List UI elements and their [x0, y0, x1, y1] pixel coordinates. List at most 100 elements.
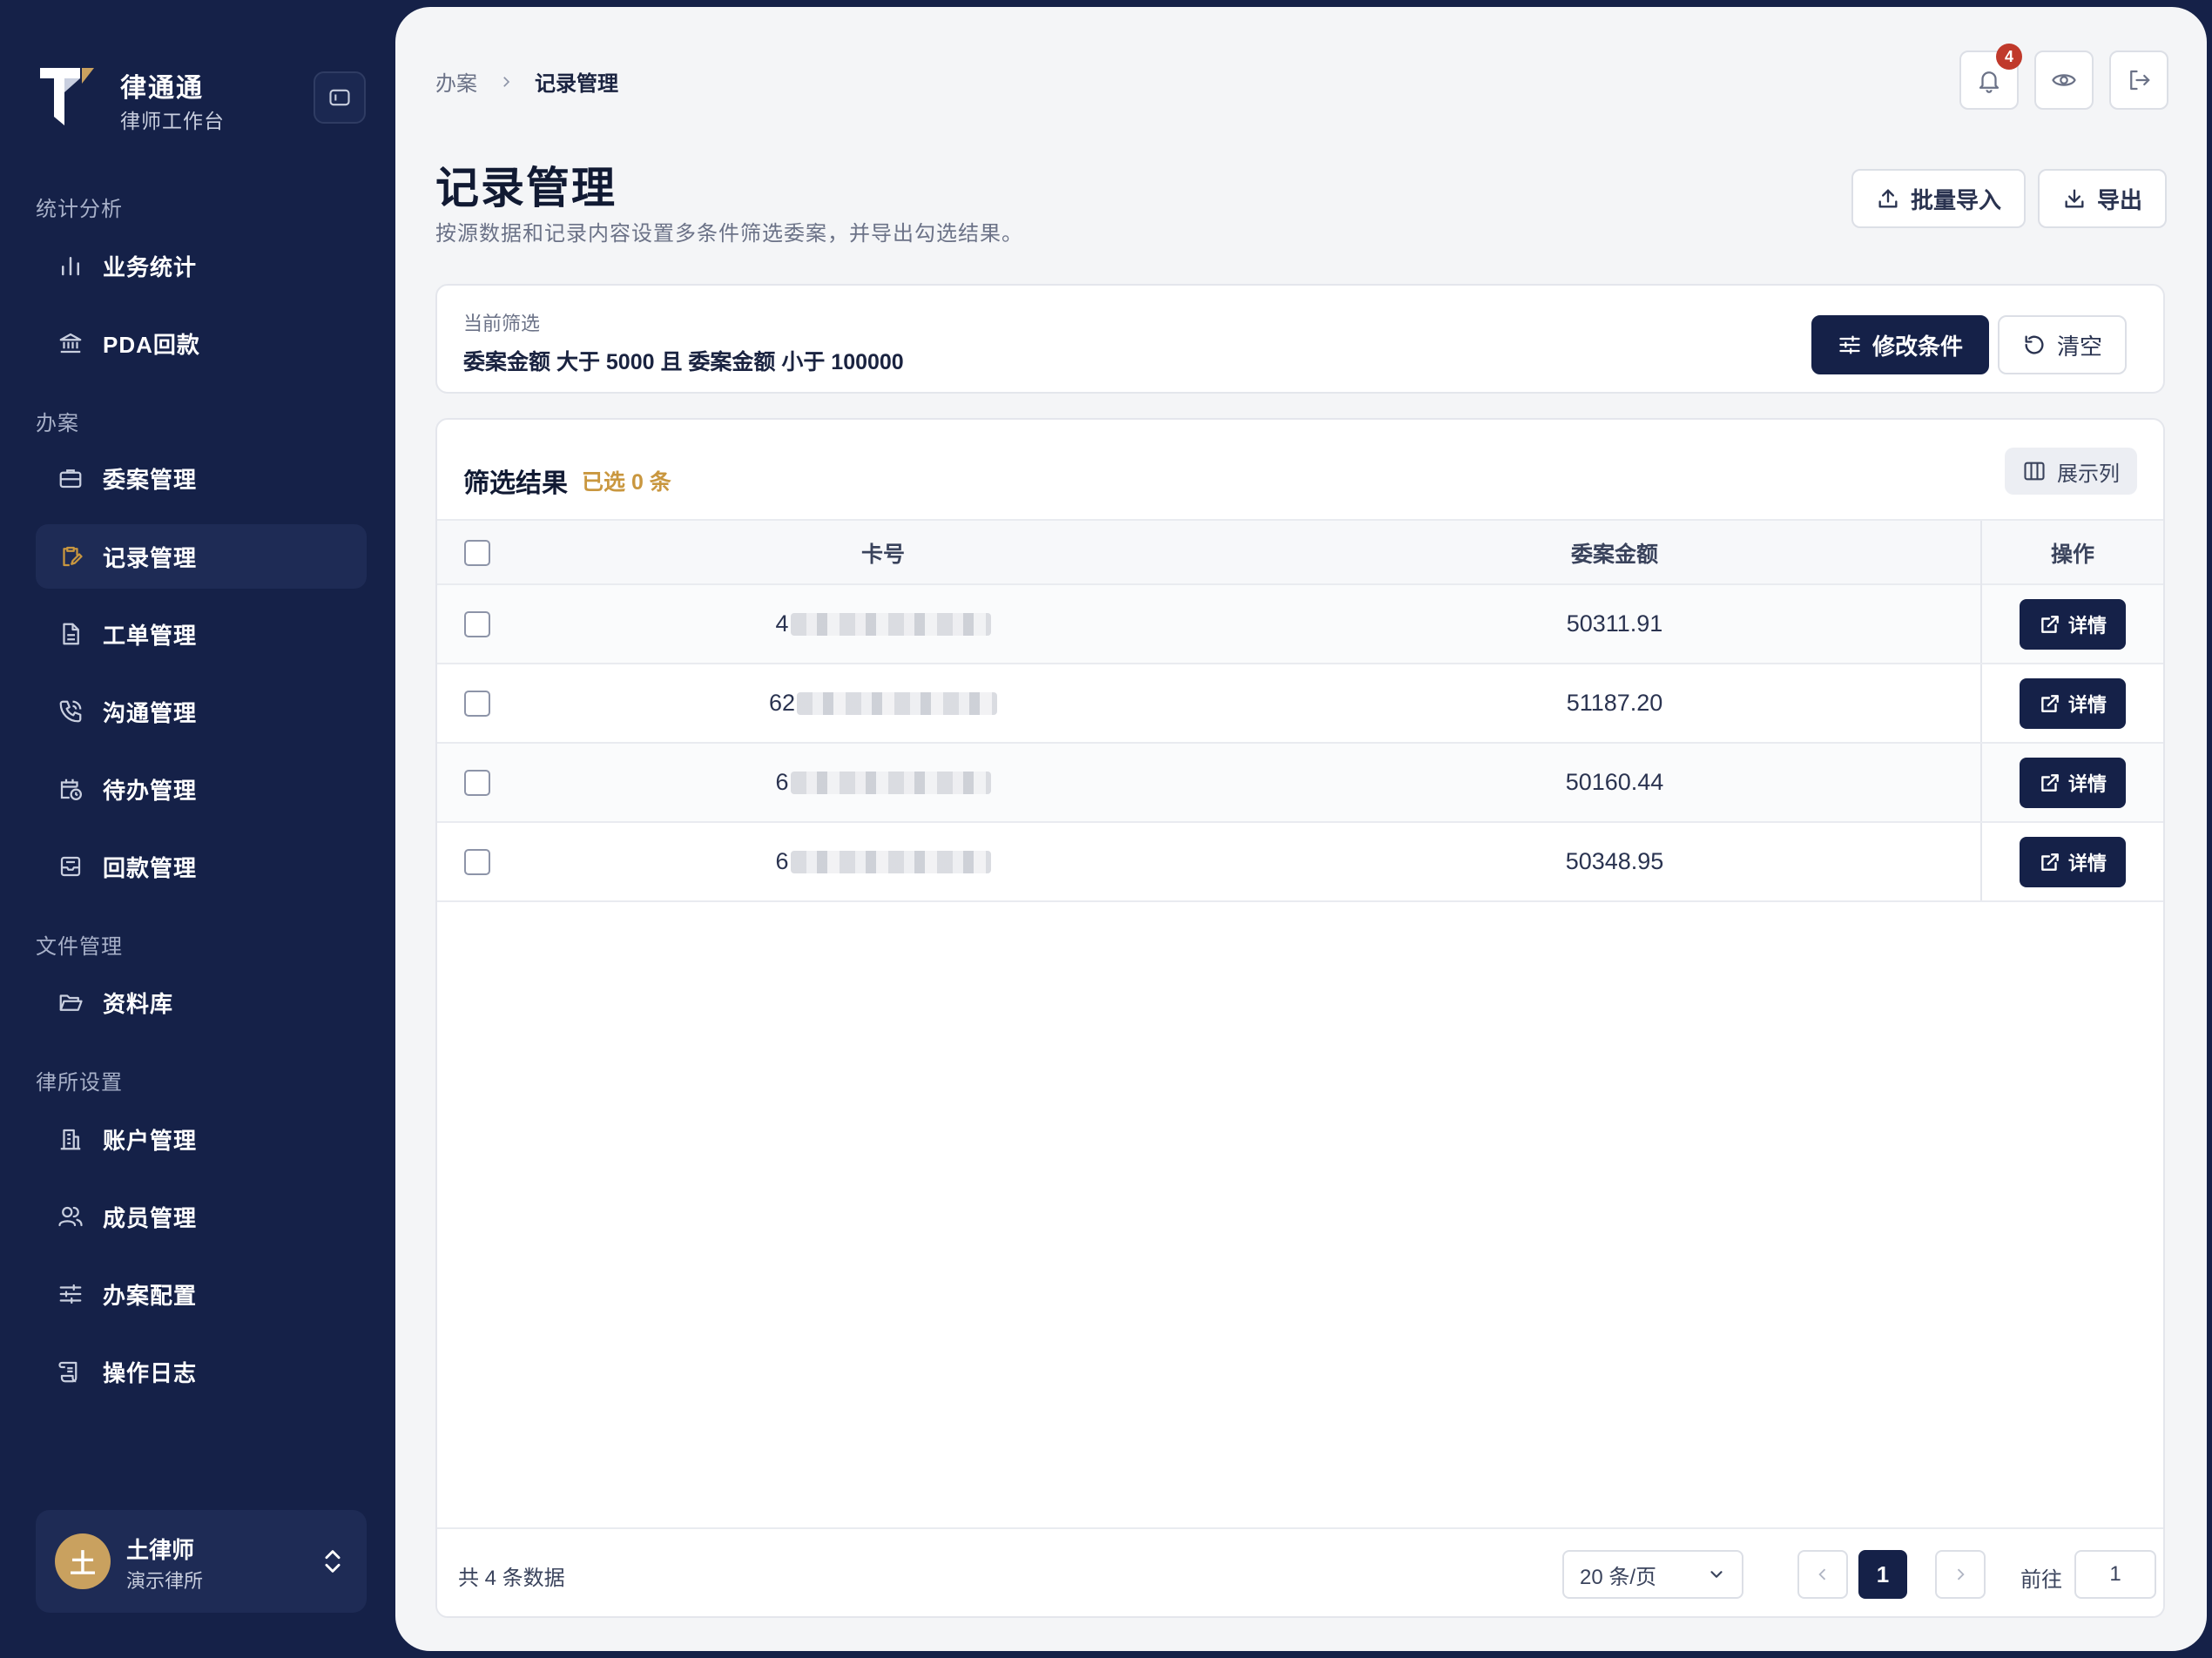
goto-page-input[interactable]	[2074, 1550, 2156, 1599]
sidebar-item-members[interactable]: 成员管理	[36, 1184, 367, 1249]
bell-icon	[1979, 71, 2000, 93]
detail-button[interactable]: 详情	[2020, 836, 2126, 887]
current-filter-card: 当前筛选 委案金额 大于 5000 且 委案金额 小于 100000 修改条件 …	[435, 284, 2165, 394]
sidebar-item-communication[interactable]: 沟通管理	[36, 679, 367, 744]
brand-subtitle: 律师工作台	[120, 110, 225, 132]
bank-icon	[54, 327, 87, 360]
sidebar-item-label: 账户管理	[103, 1127, 198, 1154]
sidebar: 律通通 律师工作台 统计分析 业务统计 PDA回款 办案 委案管理 记录管理 工…	[0, 0, 395, 1658]
sidebar-item-label: 待办管理	[103, 777, 198, 804]
sidebar-item-record-management[interactable]: 记录管理	[36, 524, 367, 589]
chevron-up-down-icon	[325, 1550, 341, 1573]
masked-card-digits	[797, 691, 998, 715]
column-header-amount[interactable]: 委案金额	[1249, 521, 1980, 585]
sidebar-item-label: 委案管理	[103, 466, 198, 493]
amount-cell: 50160.44	[1565, 769, 1664, 795]
masked-card-digits	[790, 612, 991, 636]
pagination: 共 4 条数据 20 条/页 1 前往 页	[437, 1527, 2163, 1616]
sidebar-item-label: 成员管理	[103, 1204, 198, 1231]
row-checkbox[interactable]	[464, 610, 490, 637]
total-count: 共 4 条数据	[458, 1567, 565, 1590]
detail-label: 详情	[2067, 693, 2107, 716]
clipboard-edit-icon	[54, 540, 87, 573]
document-icon	[54, 617, 87, 650]
sidebar-collapse-button[interactable]	[314, 71, 366, 124]
sidebar-item-payment-management[interactable]: 回款管理	[36, 834, 367, 899]
page-description: 按源数据和记录内容设置多条件筛选委案，并导出勾选结果。	[435, 222, 1023, 246]
breadcrumb-parent[interactable]: 办案	[435, 66, 477, 97]
filter-text: 委案金额 大于 5000 且 委案金额 小于 100000	[463, 350, 904, 374]
preview-button[interactable]	[2034, 51, 2094, 110]
amount-cell: 50348.95	[1565, 848, 1664, 874]
folder-icon	[54, 986, 87, 1019]
avatar: 土	[55, 1533, 111, 1589]
panel-toggle-icon	[329, 89, 350, 106]
select-all-cell	[437, 521, 517, 585]
sidebar-item-label: 回款管理	[103, 854, 198, 881]
table-row: 4 50311.91 详情	[437, 585, 2163, 664]
row-checkbox[interactable]	[464, 848, 490, 875]
select-all-checkbox[interactable]	[464, 540, 490, 566]
table-row: 6 50348.95 详情	[437, 823, 2163, 902]
export-button[interactable]: 导出	[2038, 169, 2168, 228]
reset-icon	[2025, 335, 2044, 354]
sidebar-item-account[interactable]: 账户管理	[36, 1107, 367, 1171]
sidebar-item-label: PDA回款	[103, 331, 200, 358]
sidebar-item-case-management[interactable]: 委案管理	[36, 446, 367, 510]
card-number-cell: 4	[517, 585, 1249, 663]
column-header-card[interactable]: 卡号	[517, 521, 1249, 585]
notifications-button[interactable]: 4	[1959, 44, 2022, 110]
download-icon	[2065, 189, 2084, 208]
external-link-icon	[2041, 773, 2059, 792]
edit-conditions-label: 修改条件	[1872, 333, 1964, 360]
chevron-right-icon	[1957, 1568, 1965, 1580]
user-menu[interactable]: 土 土律师 演示律所	[36, 1510, 367, 1613]
bar-chart-icon	[54, 249, 87, 282]
sidebar-item-label: 操作日志	[103, 1359, 198, 1386]
prev-page-button[interactable]	[1797, 1550, 1848, 1599]
card-number-cell: 6	[517, 744, 1249, 821]
detail-button[interactable]: 详情	[2020, 598, 2126, 650]
sidebar-item-todo[interactable]: 待办管理	[36, 757, 367, 821]
external-link-icon	[2041, 694, 2059, 712]
phone-icon	[54, 695, 87, 728]
operation-cell: 详情	[1980, 744, 2163, 821]
page-size-select[interactable]: 20 条/页	[1562, 1550, 1743, 1599]
nav-section-files: 文件管理	[36, 935, 123, 959]
user-org: 演示律所	[126, 1570, 204, 1592]
sidebar-item-operation-log[interactable]: 操作日志	[36, 1339, 367, 1404]
sliders-icon	[54, 1277, 87, 1311]
sidebar-item-label: 办案配置	[103, 1282, 198, 1309]
detail-button[interactable]: 详情	[2020, 757, 2126, 808]
sidebar-item-case-config[interactable]: 办案配置	[36, 1262, 367, 1326]
row-checkbox[interactable]	[464, 769, 490, 796]
masked-card-digits	[790, 850, 991, 873]
display-columns-button[interactable]: 展示列	[2005, 448, 2137, 495]
results-table: 卡号 委案金额 操作 4 50311.91 详情 62 51187.20 详情 …	[437, 519, 2163, 902]
upload-icon	[1878, 189, 1898, 208]
batch-import-button[interactable]: 批量导入	[1851, 169, 2027, 228]
operation-cell: 详情	[1980, 585, 2163, 663]
next-page-button[interactable]	[1935, 1550, 1986, 1599]
row-checkbox[interactable]	[464, 690, 490, 717]
clear-filter-button[interactable]: 清空	[1998, 315, 2128, 374]
nav-section-statistics: 统计分析	[36, 198, 123, 221]
detail-button[interactable]: 详情	[2020, 677, 2126, 729]
sidebar-item-pda-payment[interactable]: PDA回款	[36, 311, 367, 375]
scroll-icon	[54, 1355, 87, 1388]
batch-import-label: 批量导入	[1911, 186, 2002, 213]
card-number-visible: 4	[775, 610, 789, 637]
sidebar-item-label: 资料库	[103, 990, 174, 1017]
row-select-cell	[437, 823, 517, 900]
display-columns-label: 展示列	[2057, 462, 2120, 486]
sidebar-item-library[interactable]: 资料库	[36, 970, 367, 1035]
user-name: 土律师	[126, 1537, 195, 1563]
card-number-cell: 62	[517, 664, 1249, 742]
sidebar-item-ticket-management[interactable]: 工单管理	[36, 602, 367, 666]
page-number-current[interactable]: 1	[1858, 1550, 1907, 1599]
logout-button[interactable]	[2109, 51, 2168, 110]
card-number-cell: 6	[517, 823, 1249, 900]
edit-conditions-button[interactable]: 修改条件	[1811, 315, 1990, 374]
sidebar-item-business-stats[interactable]: 业务统计	[36, 233, 367, 298]
detail-label: 详情	[2067, 614, 2107, 637]
